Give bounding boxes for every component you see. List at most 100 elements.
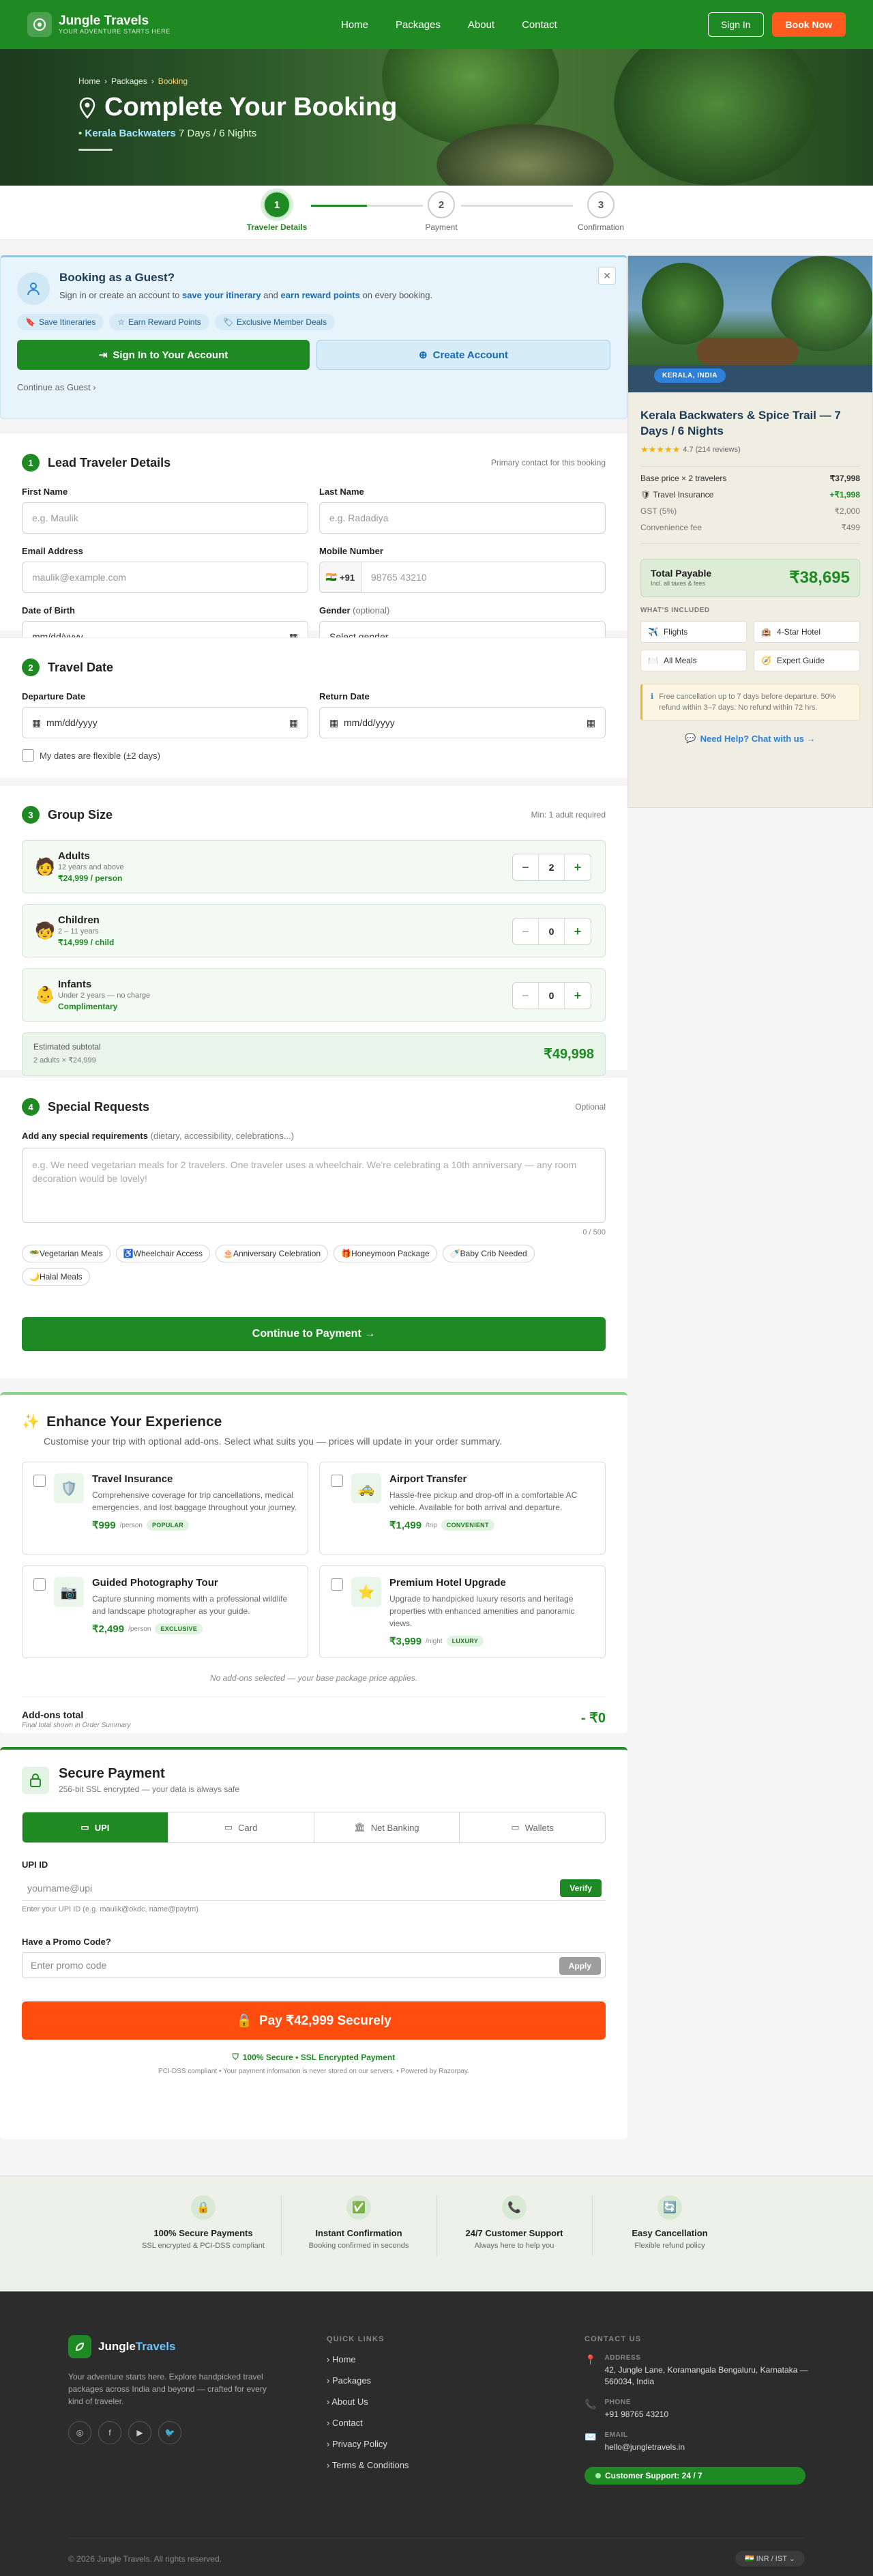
chat-icon: 💬 [685, 733, 696, 743]
twitter-icon[interactable]: 🐦 [158, 2421, 181, 2444]
step-payment[interactable]: 2 Payment [400, 191, 482, 232]
star-icon: ☆ [117, 317, 125, 327]
instagram-icon[interactable]: ◎ [68, 2421, 91, 2444]
nav-home[interactable]: Home [341, 19, 368, 31]
children-row: 🧒 Children 2 – 11 years ₹14,999 / child −0… [22, 904, 606, 957]
pin-icon: 📍 [585, 2354, 597, 2365]
pay-button[interactable]: 🔒 Pay ₹42,999 Securely [22, 2001, 606, 2040]
country-code-select[interactable]: 🇮🇳 +91 [319, 562, 361, 593]
tag-anniversary[interactable]: 🎂Anniversary Celebration [216, 1245, 329, 1262]
tag-baby-crib[interactable]: 🍼Baby Crib Needed [442, 1245, 535, 1262]
minus-button[interactable]: − [513, 983, 539, 1009]
create-account-button[interactable]: ⊕ Create Account [316, 340, 610, 370]
site-header: Jungle Travels YOUR ADVENTURE STARTS HER… [0, 0, 873, 49]
close-icon[interactable]: ✕ [598, 267, 616, 285]
breadcrumb-home[interactable]: Home [78, 76, 100, 86]
footer-link-about[interactable]: › About Us [327, 2397, 409, 2407]
plus-button[interactable]: + [565, 918, 591, 944]
tab-upi[interactable]: ▭ UPI [23, 1812, 168, 1842]
infants-row: 👶 Infants Under 2 years — no charge Compli… [22, 968, 606, 1022]
taxi-icon: 🚕 [351, 1473, 381, 1503]
tab-card[interactable]: ▭ Card [168, 1812, 314, 1842]
gender-label: Gender (optional) [319, 605, 390, 616]
tag-halal[interactable]: 🌙Halal Meals [22, 1268, 90, 1286]
contact-info: CONTACT US 📍 ADDRESS 42, Jungle Lane, Kora… [585, 2335, 816, 2485]
total-value: ₹38,695 [789, 568, 850, 587]
step-traveler-details[interactable]: 1 Traveler Details [236, 191, 318, 232]
guest-desc: Sign in or create an account to save you… [59, 290, 433, 300]
leaf-icon [68, 2335, 91, 2358]
footer-link-packages[interactable]: › Packages [327, 2375, 409, 2386]
checkbox[interactable] [33, 1475, 46, 1487]
book-now-button[interactable]: Book Now [771, 12, 846, 37]
step-number: 2 [428, 191, 455, 218]
apply-button[interactable]: Apply [559, 1957, 601, 1975]
mobile-input[interactable]: 98765 43210 [360, 562, 606, 593]
continue-to-payment-button[interactable]: Continue to Payment → [22, 1317, 606, 1351]
tag-honeymoon[interactable]: 🎁Honeymoon Package [334, 1245, 437, 1262]
trust-strip: 🔒 100% Secure Payments SSL encrypted & PCI… [0, 2175, 873, 2291]
footer-link-terms[interactable]: › Terms & Conditions [327, 2460, 409, 2470]
tag-vegetarian[interactable]: 🥗Vegetarian Meals [22, 1245, 110, 1262]
promo-input[interactable]: Enter promo code Apply [22, 1952, 606, 1978]
hero-underline [78, 149, 113, 151]
nav-packages[interactable]: Packages [396, 19, 441, 31]
chat-help-link[interactable]: 💬 Need Help? Chat with us → [640, 733, 860, 744]
plus-button[interactable]: + [565, 854, 591, 880]
addon-hotel-upgrade[interactable]: ⭐ Premium Hotel Upgrade Upgrade to handpi… [319, 1565, 606, 1658]
checkbox[interactable] [331, 1578, 343, 1591]
tab-net-banking[interactable]: 🏛 Net Banking [314, 1812, 460, 1842]
verify-button[interactable]: Verify [560, 1879, 602, 1897]
addon-airport-transfer[interactable]: 🚕 Airport Transfer Hassle-free pickup and… [319, 1462, 606, 1554]
footer-address: 42, Jungle Lane, Koramangala Bengaluru, … [604, 2365, 808, 2386]
email-input[interactable]: maulik@example.com [22, 562, 308, 593]
addon-travel-insurance[interactable]: 🛡️ Travel Insurance Comprehensive coverag… [22, 1462, 308, 1554]
special-requests-textarea[interactable]: e.g. We need vegetarian meals for 2 trav… [22, 1148, 606, 1223]
breadcrumb-packages[interactable]: Packages [111, 76, 147, 86]
step-label: Confirmation [577, 222, 625, 232]
shield-icon: 🛡️ [54, 1473, 84, 1503]
locale-selector[interactable]: 🇮🇳 INR / IST ⌄ [735, 2551, 805, 2566]
first-name-input[interactable]: e.g. Maulik [22, 502, 308, 534]
footer-link-privacy[interactable]: › Privacy Policy [327, 2439, 409, 2449]
addons-desc: Customise your trip with optional add-on… [44, 1436, 503, 1447]
brand-logo[interactable]: Jungle Travels YOUR ADVENTURE STARTS HER… [27, 12, 171, 37]
sign-in-account-button[interactable]: ⇥ Sign In to Your Account [17, 340, 310, 370]
footer-link-home[interactable]: › Home [327, 2354, 409, 2364]
footer-brand[interactable]: JungleTravels [68, 2335, 273, 2358]
departure-date-input[interactable]: ▦ mm/dd/yyyy ▦ [22, 707, 308, 738]
facebook-icon[interactable]: f [98, 2421, 121, 2444]
page-title: Complete Your Booking [78, 93, 397, 122]
continue-as-guest-link[interactable]: Continue as Guest › [17, 382, 610, 392]
payment-section: Secure Payment 256-bit SSL encrypted — yo… [0, 1747, 627, 2139]
lock-icon: 🔒 [236, 2014, 252, 2028]
email-label: Email Address [22, 546, 83, 556]
return-date-input[interactable]: ▦ mm/dd/yyyy ▦ [319, 707, 606, 738]
minus-button[interactable]: − [513, 854, 539, 880]
section-title: Lead Traveler Details [48, 455, 171, 469]
addon-photography-tour[interactable]: 📷 Guided Photography Tour Capture stunnin… [22, 1565, 308, 1658]
checkbox[interactable] [22, 749, 34, 762]
minus-button[interactable]: − [513, 918, 539, 944]
youtube-icon[interactable]: ▶ [128, 2421, 151, 2444]
footer-link-contact[interactable]: › Contact [327, 2418, 409, 2428]
tab-wallets[interactable]: ▭ Wallets [460, 1812, 605, 1842]
nav-contact[interactable]: Contact [522, 19, 557, 31]
last-name-input[interactable]: e.g. Radadiya [319, 502, 606, 534]
step-line-done [311, 205, 367, 207]
step-number: 1 [263, 191, 291, 218]
upi-input[interactable]: yourname@upi Verify [22, 1875, 606, 1901]
step-confirmation[interactable]: 3 Confirmation [560, 191, 642, 232]
checkbox[interactable] [33, 1578, 46, 1591]
plane-icon: ✈️ [648, 627, 658, 637]
children-stepper: −0 + [512, 918, 591, 945]
tag-wheelchair[interactable]: ♿Wheelchair Access [115, 1245, 210, 1262]
sign-in-button[interactable]: Sign In [707, 12, 764, 37]
nav-about[interactable]: About [468, 19, 494, 31]
hero-subtitle: • Kerala Backwaters 7 Days / 6 Nights [78, 128, 257, 139]
checkbox[interactable] [331, 1475, 343, 1487]
flexible-dates-checkbox[interactable]: My dates are flexible (±2 days) [22, 749, 606, 762]
upi-icon: ▭ [80, 1822, 89, 1832]
upi-hint: Enter your UPI ID (e.g. maulik@okdc, nam… [22, 1905, 198, 1913]
plus-button[interactable]: + [565, 983, 591, 1009]
